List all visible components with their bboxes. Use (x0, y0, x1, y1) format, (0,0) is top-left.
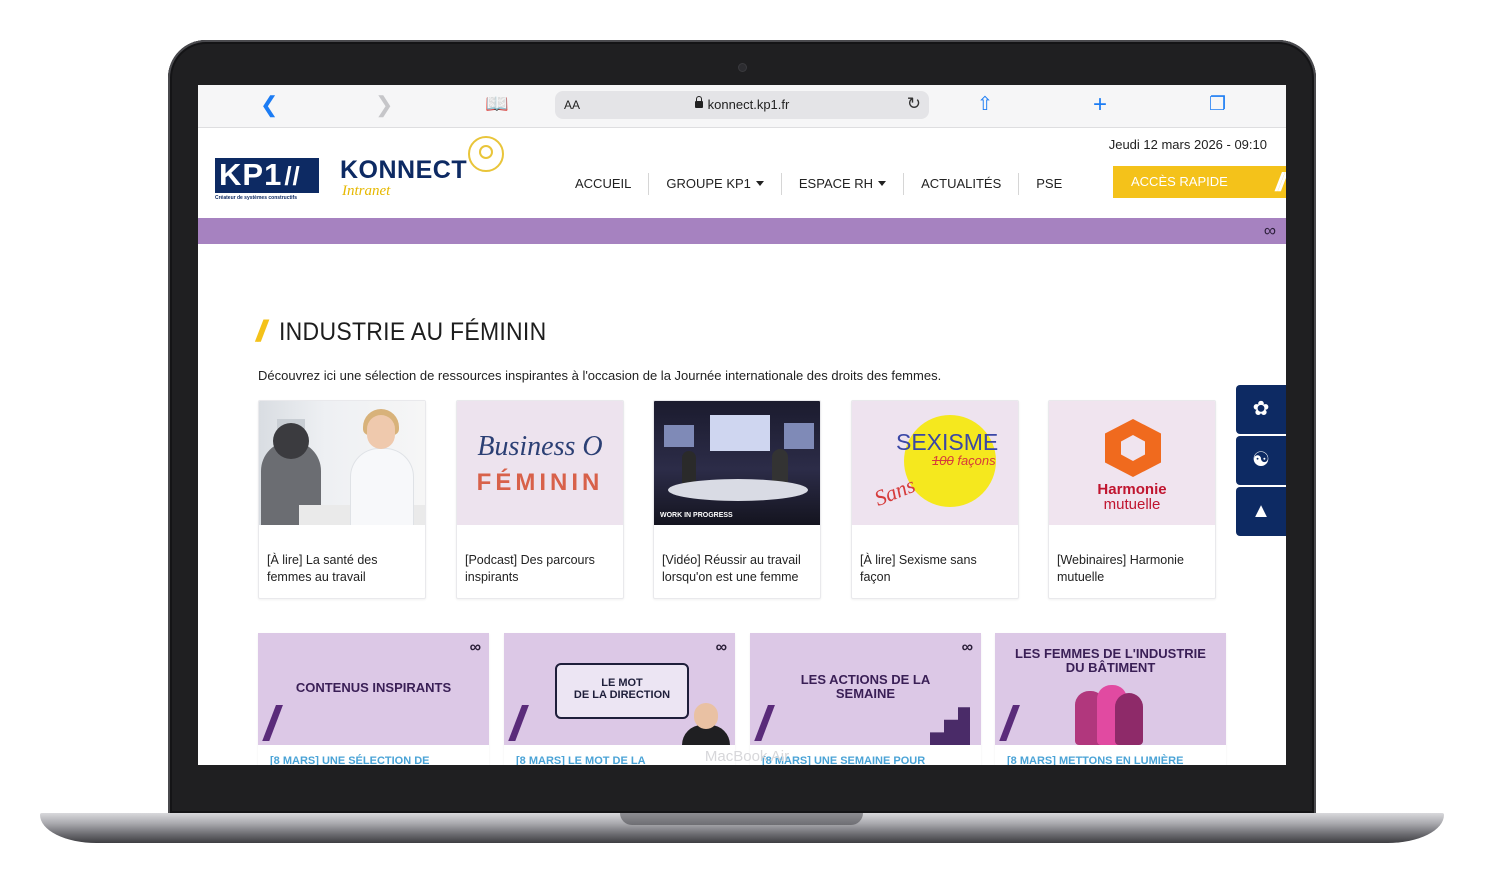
card-image-sexisme: SEXISME 100 façons Sans (852, 401, 1018, 525)
resource-card[interactable]: Harmonie mutuelle [Webinaires] Harmonie … (1048, 400, 1216, 599)
forward-icon[interactable]: ❯ (375, 93, 393, 117)
card-image-text: FÉMININ (476, 469, 604, 496)
card-image-harmonie: Harmonie mutuelle (1049, 401, 1215, 525)
news-image: ∞ LE MOT DE LA DIRECTION // (504, 633, 735, 745)
laptop-notch (620, 813, 863, 825)
current-date: Jeudi 12 mars 2026 - 09:10 (1108, 137, 1267, 152)
card-label: [Vidéo] Réussir au travail lorsqu'on est… (662, 553, 801, 584)
slash-icon: // (1001, 698, 1014, 746)
url-display[interactable]: konnect.kp1.fr (555, 96, 929, 112)
news-image-title: LES FEMMES DE L'INDUSTRIE DU BÂTIMENT (1015, 646, 1206, 675)
card-image-text: Sans (870, 472, 919, 511)
tabs-icon[interactable]: ❐ (1209, 93, 1226, 117)
laptop-lid: ❮ ❯ 📖 AA konnect.kp1.fr ↻ ⇧ + ❐ KP1// Cr… (168, 40, 1316, 815)
bookmarks-icon[interactable]: 📖 (485, 93, 509, 117)
ribbon-icon: ∞ (469, 639, 481, 656)
quick-access-button[interactable]: ACCÈS RAPIDE // (1113, 166, 1286, 198)
resource-card[interactable]: Business O FÉMININ [Podcast] Des parcour… (456, 400, 624, 599)
card-image-office (259, 401, 425, 525)
ribbon-icon: ∞ (715, 639, 727, 656)
news-image-title: LES ACTIONS DE LA SEMAINE (800, 672, 931, 701)
news-card[interactable]: ∞ CONTENUS INSPIRANTS // [8 MARS] UNE SÉ… (258, 633, 489, 765)
reload-icon[interactable]: ↻ (907, 94, 921, 114)
back-icon[interactable]: ❮ (260, 93, 278, 117)
graduation-cap-icon[interactable]: ▲ (1236, 487, 1286, 536)
card-image-text: 100 façons (932, 453, 996, 468)
news-card[interactable]: ∞ LE MOT DE LA DIRECTION // [8 MARS] LE … (504, 633, 735, 765)
stairs-icon (930, 707, 970, 745)
slash-icon: // (256, 315, 266, 348)
resource-card[interactable]: [À lire] La santé des femmes au travail (258, 400, 426, 599)
address-bar[interactable]: AA konnect.kp1.fr ↻ (555, 91, 929, 119)
lotus-icon[interactable]: ✿ (1236, 385, 1286, 434)
news-image: ∞ LES ACTIONS DE LA SEMAINE // (750, 633, 981, 745)
nav-groupe-kp1[interactable]: GROUPE KP1 (649, 173, 782, 195)
direction-box: LE MOT DE LA DIRECTION (555, 663, 689, 719)
resource-card[interactable]: WORK IN PROGRESS [Vidéo] Réussir au trav… (653, 400, 821, 599)
share-icon[interactable]: ⇧ (977, 93, 993, 117)
nav-pse[interactable]: PSE (1019, 173, 1079, 195)
nav-label: GROUPE KP1 (666, 176, 751, 191)
ribbon-icon: ∞ (961, 639, 973, 656)
section-heading: // INDUSTRIE AU FÉMININ (256, 315, 569, 349)
kp1-logo-slash: // (284, 161, 301, 191)
kp1-logo-text: KP1 (219, 157, 283, 192)
site-header: KP1// Créateur de systèmes constructifs … (198, 128, 1286, 218)
safari-toolbar: ❮ ❯ 📖 AA konnect.kp1.fr ↻ ⇧ + ❐ (198, 85, 1286, 128)
intranet-label: Intranet (342, 183, 391, 199)
slash-icon: // (756, 698, 769, 746)
nav-accueil[interactable]: ACCUEIL (558, 173, 650, 195)
card-image-text: SEXISME (896, 429, 999, 455)
news-image-title: DE LA DIRECTION (573, 689, 671, 701)
main-nav: ACCUEIL GROUPE KP1 ESPACE RH ACTUALITÉS … (558, 173, 1079, 195)
device-label: MacBook Air (704, 748, 790, 765)
ribbon-icon: ∞ (1263, 221, 1276, 240)
news-card[interactable]: LES FEMMES DE L'INDUSTRIE DU BÂTIMENT //… (995, 633, 1226, 765)
caret-down-icon (755, 181, 764, 186)
lock-icon (694, 96, 703, 108)
card-label: [À lire] La santé des femmes au travail (267, 553, 378, 584)
handshake-icon[interactable]: ☯ (1236, 436, 1286, 485)
nav-label: ESPACE RH (798, 176, 874, 191)
konnect-brand[interactable]: KONNECT (340, 156, 467, 185)
card-label: [Podcast] Des parcours inspirants (465, 553, 595, 584)
news-image-title: LE MOT (601, 677, 643, 689)
womens-day-banner: ∞ (198, 218, 1286, 244)
slash-icon: // (1275, 167, 1286, 197)
card-image-text: WORK IN PROGRESS (660, 512, 733, 519)
news-image-title: CONTENUS INSPIRANTS (295, 680, 452, 695)
news-image: ∞ CONTENUS INSPIRANTS // (258, 633, 489, 745)
card-image-business-feminin: Business O FÉMININ (457, 401, 623, 525)
women-silhouettes (1075, 681, 1145, 745)
slash-icon: // (510, 698, 523, 746)
card-label: [À lire] Sexisme sans façon (860, 553, 977, 584)
caret-down-icon (878, 181, 887, 186)
url-text: konnect.kp1.fr (707, 97, 790, 112)
page-title: INDUSTRIE AU FÉMININ (278, 317, 547, 346)
card-label: [Webinaires] Harmonie mutuelle (1057, 553, 1184, 584)
harmonie-logo-icon (1105, 419, 1161, 477)
kp1-logo[interactable]: KP1// (215, 158, 319, 193)
nav-label: PSE (1036, 176, 1063, 191)
card-image-text: mutuelle (1103, 496, 1161, 513)
card-image-text: Business O (477, 431, 603, 462)
nav-label: ACTUALITÉS (921, 176, 1002, 191)
kp1-tagline: Créateur de systèmes constructifs (215, 195, 297, 201)
resource-card[interactable]: SEXISME 100 façons Sans [À lire] Sexisme… (851, 400, 1019, 599)
section-intro: Découvrez ici une sélection de ressource… (258, 368, 942, 383)
camera (739, 64, 746, 71)
magnifier-icon (468, 136, 504, 172)
slash-icon: // (264, 698, 277, 746)
news-image: LES FEMMES DE L'INDUSTRIE DU BÂTIMENT // (995, 633, 1226, 745)
new-tab-icon[interactable]: + (1093, 93, 1107, 117)
nav-label: ACCUEIL (575, 176, 632, 191)
news-card[interactable]: ∞ LES ACTIONS DE LA SEMAINE // [8 MARS] … (750, 633, 981, 765)
card-image-studio: WORK IN PROGRESS (654, 401, 820, 525)
nav-actualites[interactable]: ACTUALITÉS (904, 173, 1020, 195)
nav-espace-rh[interactable]: ESPACE RH (782, 173, 905, 195)
browser-screen: ❮ ❯ 📖 AA konnect.kp1.fr ↻ ⇧ + ❐ KP1// Cr… (198, 85, 1286, 765)
quick-access-label: ACCÈS RAPIDE (1131, 174, 1228, 189)
